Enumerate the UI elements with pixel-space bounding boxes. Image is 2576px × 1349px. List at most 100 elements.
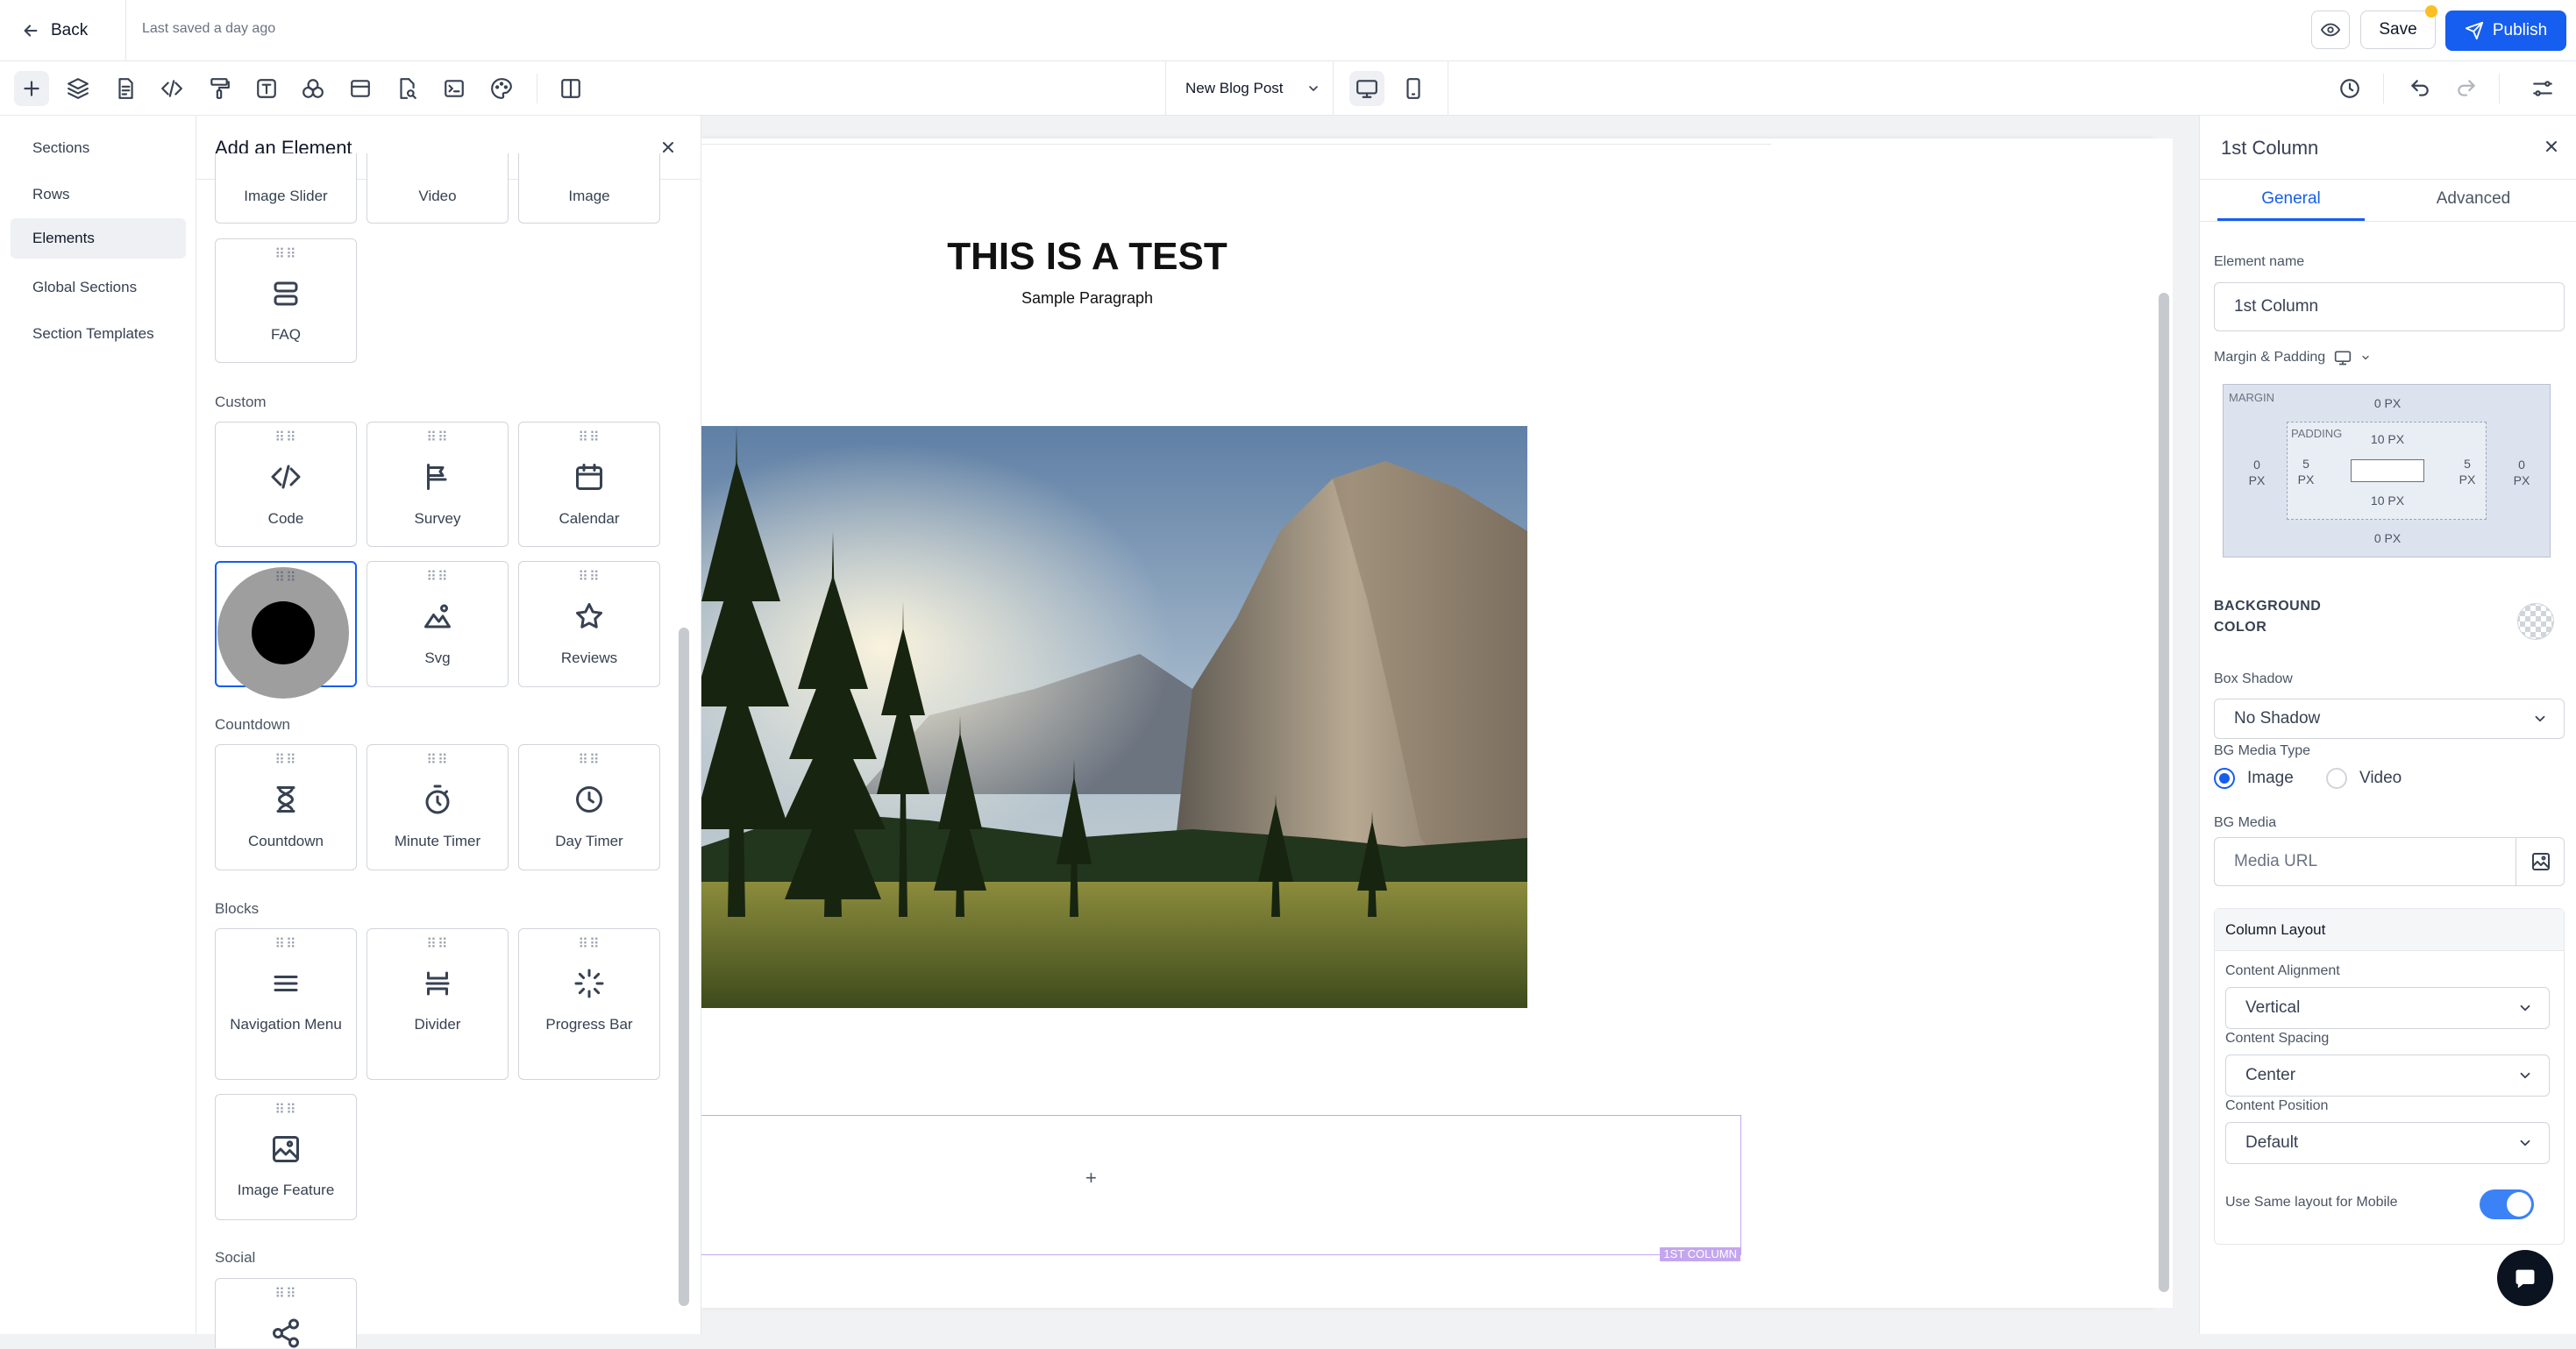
plus-icon[interactable] — [14, 71, 49, 106]
paint-roller-icon[interactable] — [202, 71, 237, 106]
element-card-video[interactable]: Video — [366, 153, 509, 224]
star-icon — [573, 600, 605, 632]
element-name-label: Element name — [2214, 254, 2305, 269]
nav-item-section-templates[interactable]: Section Templates — [11, 314, 186, 354]
selected-column[interactable]: + 1ST COLUMN — [701, 1115, 1741, 1261]
save-button[interactable]: Save — [2360, 11, 2436, 49]
same-layout-toggle[interactable] — [2480, 1189, 2534, 1219]
element-card-social[interactable]: ⠿⠿ — [215, 1278, 357, 1348]
preview-button[interactable] — [2311, 11, 2350, 49]
image-picker-icon[interactable] — [2516, 837, 2565, 886]
chat-launcher-button[interactable] — [2497, 1250, 2553, 1306]
margin-box[interactable]: MARGIN 0 PX 0 PX 0 PX 0 PX PADDING 10 PX 1… — [2223, 384, 2551, 557]
content-spacing-select[interactable]: Center — [2225, 1054, 2550, 1097]
element-card-survey[interactable]: ⠿⠿ Survey — [366, 422, 509, 547]
radio-image[interactable]: Image — [2214, 768, 2294, 789]
media-url-field[interactable]: Media URL — [2214, 837, 2565, 886]
page-selector[interactable]: New Blog Post — [1175, 71, 1324, 106]
select-value: Center — [2245, 1066, 2296, 1084]
element-card-image[interactable]: Image — [518, 153, 660, 224]
padding-top[interactable]: 10 PX — [2363, 431, 2412, 447]
padding-bottom[interactable]: 10 PX — [2363, 493, 2412, 508]
close-icon[interactable] — [2538, 133, 2565, 160]
drag-handle-icon: ⠿⠿ — [426, 753, 449, 768]
desktop-icon[interactable] — [2334, 349, 2352, 366]
margin-bottom[interactable]: 0 PX — [2364, 530, 2411, 546]
element-card-divider[interactable]: ⠿⠿ Divider — [366, 928, 509, 1080]
tab-general[interactable]: General — [2217, 189, 2365, 221]
drag-handle-icon: ⠿⠿ — [274, 937, 297, 952]
page-paragraph[interactable]: Sample Paragraph — [701, 289, 1473, 308]
padding-box[interactable]: PADDING 10 PX 10 PX 5 PX 5 PX — [2287, 422, 2487, 520]
add-element-plus[interactable]: + — [1085, 1167, 1097, 1189]
element-card-code[interactable]: ⠿⠿ Code — [215, 422, 357, 547]
nav-item-sections[interactable]: Sections — [11, 128, 186, 168]
undo-icon[interactable] — [2402, 71, 2437, 106]
drag-handle-icon: ⠿⠿ — [426, 430, 449, 445]
element-name-field[interactable]: 1st Column — [2214, 282, 2565, 331]
nav-item-rows[interactable]: Rows — [11, 174, 186, 215]
element-card-faq[interactable]: ⠿⠿ FAQ — [215, 238, 357, 363]
element-card-minute-timer[interactable]: ⠿⠿ Minute Timer — [366, 744, 509, 870]
radio-video[interactable]: Video — [2326, 768, 2402, 789]
element-card-image-feature[interactable]: ⠿⠿ Image Feature — [215, 1094, 357, 1220]
content-position-select[interactable]: Default — [2225, 1122, 2550, 1164]
box-shadow-select[interactable]: No Shadow — [2214, 699, 2565, 739]
notification-badge — [2425, 5, 2437, 18]
card-label: Divider — [414, 1016, 461, 1033]
redo-icon[interactable] — [2449, 71, 2484, 106]
split-view-icon[interactable] — [553, 71, 588, 106]
text-icon[interactable] — [249, 71, 284, 106]
content-alignment-select[interactable]: Vertical — [2225, 987, 2550, 1029]
element-card-reviews[interactable]: ⠿⠿ Reviews — [518, 561, 660, 687]
radio-label: Image — [2247, 769, 2294, 787]
element-card-image-slider[interactable]: Image Slider — [215, 153, 357, 224]
history-icon[interactable] — [2332, 71, 2367, 106]
divider — [1333, 61, 1334, 116]
margin-right[interactable]: 0 PX — [2506, 457, 2537, 488]
padding-left[interactable]: 5 PX — [2293, 456, 2319, 487]
tab-advanced[interactable]: Advanced — [2387, 189, 2559, 221]
element-card-svg[interactable]: ⠿⠿ Svg — [366, 561, 509, 687]
code-icon[interactable] — [154, 71, 189, 106]
nav-item-global-sections[interactable]: Global Sections — [11, 267, 186, 308]
layout-icon[interactable] — [343, 71, 378, 106]
color-swatch[interactable] — [2517, 603, 2554, 640]
terminal-icon[interactable] — [437, 71, 472, 106]
shapes-icon[interactable] — [295, 71, 331, 106]
padding-right[interactable]: 5 PX — [2454, 456, 2480, 487]
mobile-icon[interactable] — [1396, 71, 1431, 106]
properties-panel: 1st Column General Advanced Element name… — [2199, 116, 2576, 1334]
element-card-navigation-menu[interactable]: ⠿⠿ Navigation Menu — [215, 928, 357, 1080]
nav-item-elements[interactable]: Elements — [11, 218, 186, 259]
card-label: Reviews — [560, 650, 618, 666]
radio-label: Video — [2359, 769, 2402, 787]
document-icon[interactable] — [108, 71, 143, 106]
chevron-down-icon[interactable] — [2360, 352, 2371, 363]
element-card-day-timer[interactable]: ⠿⠿ Day Timer — [518, 744, 660, 870]
margin-top[interactable]: 0 PX — [2364, 395, 2411, 411]
drag-handle-icon: ⠿⠿ — [578, 937, 601, 952]
margin-padding-header: Margin & Padding — [2214, 349, 2371, 366]
publish-label: Publish — [2492, 21, 2548, 39]
canvas-scrollbar-thumb[interactable] — [2159, 293, 2169, 1292]
panel-scrollbar-thumb[interactable] — [679, 628, 689, 1306]
element-card-progress-bar[interactable]: ⠿⠿ Progress Bar — [518, 928, 660, 1080]
element-card-selected[interactable]: ⠿⠿ — [215, 561, 357, 699]
back-button[interactable]: Back — [16, 13, 93, 48]
publish-button[interactable]: Publish — [2445, 11, 2566, 51]
desktop-icon[interactable] — [1349, 71, 1384, 106]
search-page-icon[interactable] — [389, 71, 424, 106]
palette-icon[interactable] — [484, 71, 519, 106]
page-selector-label: New Blog Post — [1185, 80, 1284, 96]
element-card-calendar[interactable]: ⠿⠿ Calendar — [518, 422, 660, 547]
settings-sliders-icon[interactable] — [2525, 71, 2560, 106]
layers-icon[interactable] — [60, 71, 96, 106]
code-icon — [270, 461, 302, 493]
margin-left[interactable]: 0 PX — [2241, 457, 2273, 488]
chevron-down-icon — [2517, 1135, 2533, 1151]
element-card-countdown[interactable]: ⠿⠿ Countdown — [215, 744, 357, 870]
page-heading[interactable]: THIS IS A TEST — [701, 235, 1473, 279]
landscape-image[interactable] — [701, 426, 1527, 1008]
drag-handle-icon: ⠿⠿ — [426, 937, 449, 952]
